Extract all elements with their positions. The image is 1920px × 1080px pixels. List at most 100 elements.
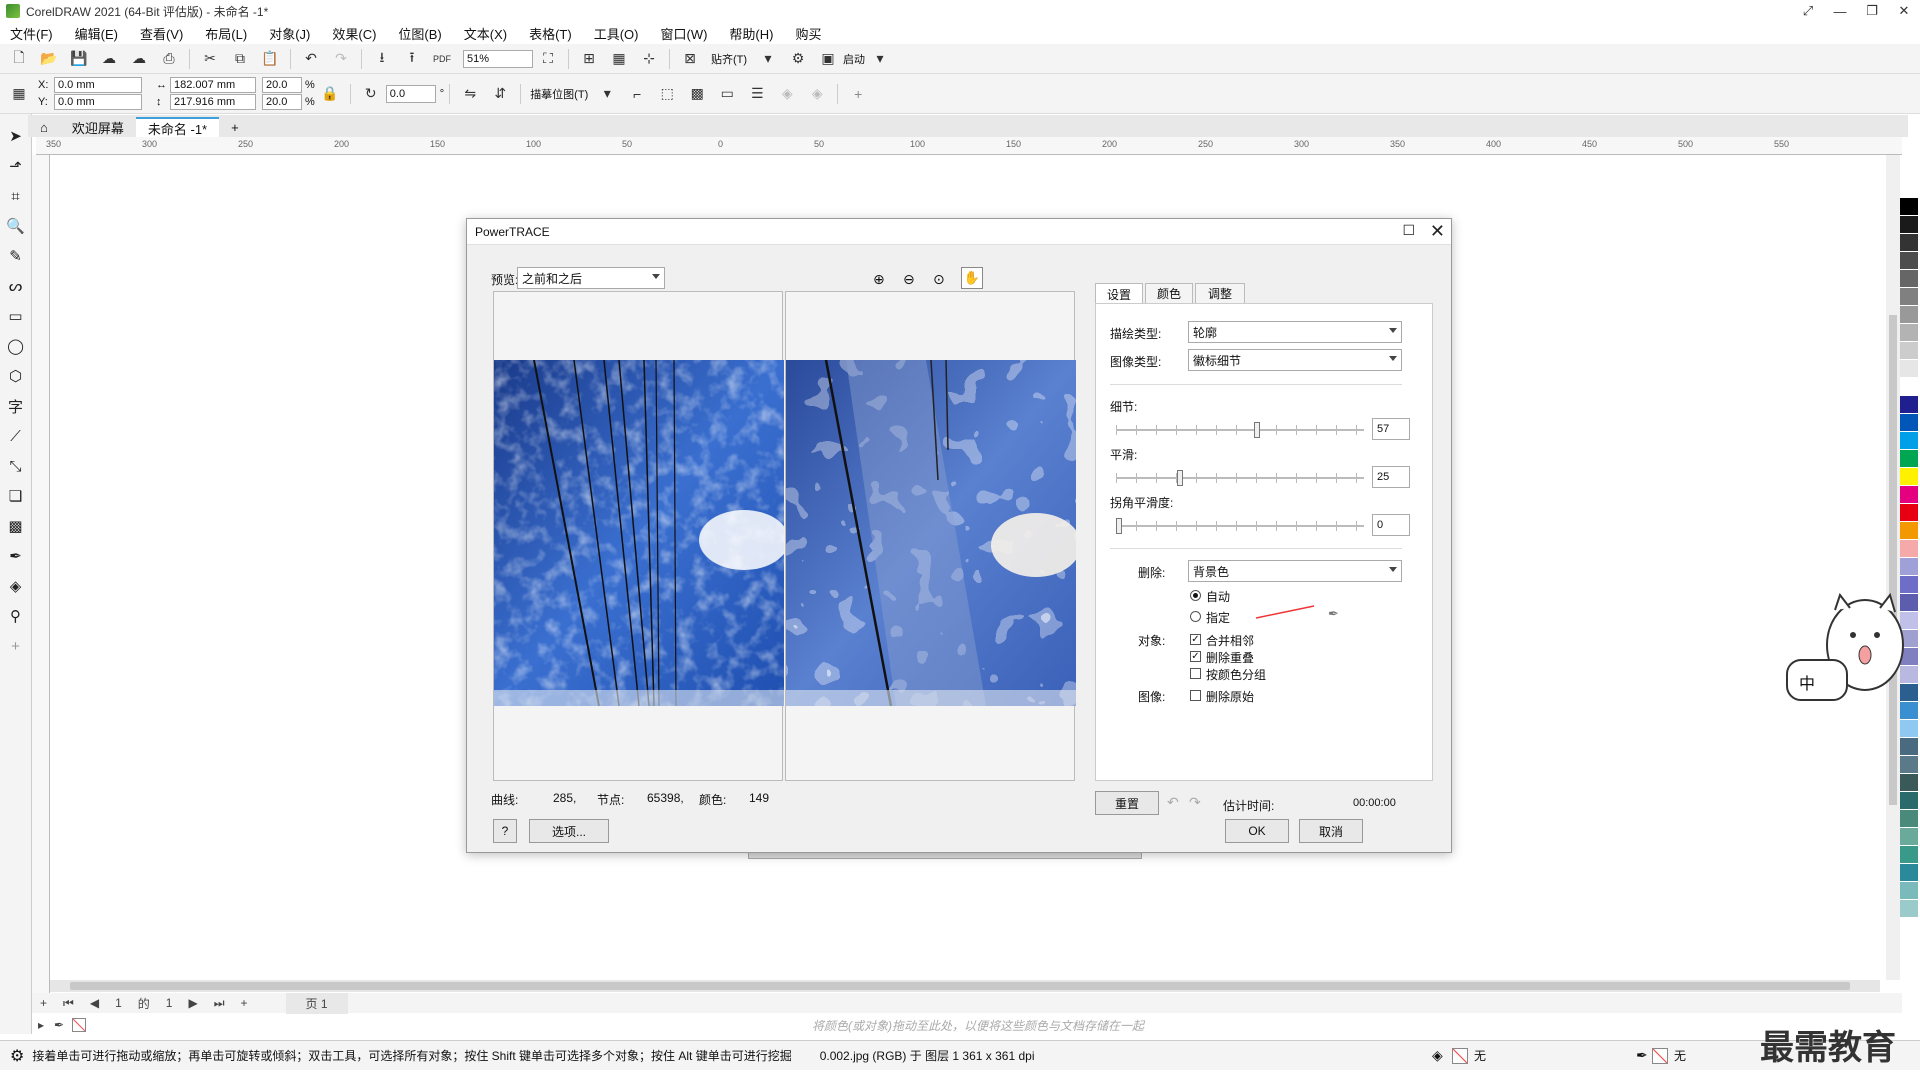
- rectangle-tool-icon[interactable]: ▭: [4, 304, 28, 328]
- first-page-icon[interactable]: ⏮: [63, 996, 74, 1011]
- color-swatch[interactable]: [1900, 828, 1918, 846]
- artistic-media-icon[interactable]: ᔕ: [4, 274, 28, 298]
- color-swatch[interactable]: [1900, 522, 1918, 540]
- import-icon[interactable]: ⭳: [372, 49, 392, 69]
- color-swatch[interactable]: [1900, 378, 1918, 396]
- tab-untitled-document[interactable]: 未命名 -1*: [135, 117, 220, 137]
- vertical-scrollbar-thumb[interactable]: [1889, 315, 1897, 805]
- menu-bitmaps[interactable]: 位图(B): [398, 24, 441, 43]
- to-front-icon[interactable]: ◈: [777, 84, 797, 104]
- launch-icon[interactable]: ▣: [818, 49, 838, 69]
- undo-trace-icon[interactable]: ↶: [1167, 794, 1179, 811]
- color-swatch[interactable]: [1900, 900, 1918, 918]
- last-page-icon[interactable]: ⏭: [214, 996, 225, 1011]
- color-swatch[interactable]: [1900, 360, 1918, 378]
- interactive-fill-icon[interactable]: ◈: [4, 574, 28, 598]
- undo-icon[interactable]: ↶: [301, 49, 321, 69]
- minimize-button[interactable]: —: [1824, 0, 1856, 22]
- pick-tool-icon[interactable]: ➤: [4, 124, 28, 148]
- maximize-button[interactable]: ❐: [1856, 0, 1888, 22]
- color-swatch[interactable]: [1900, 414, 1918, 432]
- menu-layout[interactable]: 布局(L): [205, 24, 247, 43]
- connector-tool-icon[interactable]: ⤡: [4, 454, 28, 478]
- add-page-end-icon[interactable]: +: [241, 996, 248, 1010]
- redo-trace-icon[interactable]: ↷: [1189, 794, 1201, 811]
- eyedropper-pick-icon[interactable]: ✒: [1328, 606, 1339, 622]
- save-icon[interactable]: 💾: [69, 49, 89, 69]
- text-tool-icon[interactable]: 字: [4, 394, 28, 418]
- snap-to-dropdown[interactable]: 贴齐(T): [711, 51, 747, 67]
- close-dialog-icon[interactable]: ✕: [1430, 221, 1445, 242]
- horizontal-scrollbar[interactable]: [50, 980, 1880, 992]
- detail-slider[interactable]: [1116, 422, 1364, 438]
- zoom-in-icon[interactable]: ⊕: [873, 271, 885, 288]
- tab-settings[interactable]: 设置: [1095, 283, 1143, 304]
- next-page-icon[interactable]: ▶: [188, 996, 197, 1010]
- vertical-scrollbar[interactable]: [1886, 155, 1900, 980]
- color-swatch[interactable]: [1900, 324, 1918, 342]
- fit-zoom-icon[interactable]: ⊙: [933, 271, 945, 288]
- scale-width-input[interactable]: 20.0: [262, 77, 302, 93]
- mirror-vertical-icon[interactable]: ⇵: [490, 84, 510, 104]
- drop-shadow-icon[interactable]: ❏: [4, 484, 28, 508]
- zoom-level-select[interactable]: 51%: [463, 49, 533, 68]
- reset-button[interactable]: 重置: [1095, 791, 1159, 815]
- outline-pen-icon[interactable]: ✒: [1636, 1047, 1648, 1064]
- polygon-tool-icon[interactable]: ⬡: [4, 364, 28, 388]
- preview-mode-select[interactable]: 之前和之后: [517, 267, 665, 289]
- color-swatch[interactable]: [1900, 720, 1918, 738]
- mirror-horizontal-icon[interactable]: ⇋: [460, 84, 480, 104]
- menu-tools[interactable]: 工具(O): [594, 24, 639, 43]
- shape-tool-icon[interactable]: ⬏: [4, 154, 28, 178]
- width-input[interactable]: 182.007 mm: [170, 77, 256, 93]
- chevron-down-icon[interactable]: ▾: [597, 84, 617, 104]
- ok-button[interactable]: OK: [1225, 819, 1289, 843]
- maximize-dialog-icon[interactable]: ☐: [1402, 222, 1415, 239]
- color-swatch[interactable]: [1900, 396, 1918, 414]
- document-palette-bar[interactable]: ▸ ✒ 将颜色(或对象)拖动至此处，以便将这些颜色与文档存储在一起: [32, 1015, 1902, 1035]
- tab-colors[interactable]: 颜色: [1145, 283, 1193, 303]
- lock-ratio-icon[interactable]: 🔒: [320, 84, 340, 104]
- color-swatch[interactable]: [1900, 774, 1918, 792]
- parallel-dimension-icon[interactable]: ⟋: [4, 424, 28, 448]
- add-tool-icon[interactable]: +: [4, 634, 28, 658]
- home-icon[interactable]: ⌂: [28, 117, 60, 137]
- menu-table[interactable]: 表格(T): [529, 24, 572, 43]
- transparency-tool-icon[interactable]: ▩: [4, 514, 28, 538]
- smoothing-slider[interactable]: [1116, 470, 1364, 486]
- smart-fill-icon[interactable]: ⚲: [4, 604, 28, 628]
- color-swatch[interactable]: [1900, 738, 1918, 756]
- edit-bitmap-icon[interactable]: ⬚: [657, 84, 677, 104]
- delete-original-checkbox[interactable]: [1190, 690, 1201, 701]
- rotation-angle-input[interactable]: 0.0: [385, 84, 436, 103]
- remove-overlap-checkbox[interactable]: ✓: [1190, 651, 1201, 662]
- color-swatch[interactable]: [1900, 864, 1918, 882]
- options-gear-icon[interactable]: ⚙: [788, 49, 808, 69]
- corner-smoothness-slider[interactable]: [1116, 518, 1364, 534]
- print-icon[interactable]: ⎙: [159, 49, 179, 69]
- pdf-export-icon[interactable]: PDF: [432, 49, 452, 69]
- color-swatch[interactable]: [1900, 558, 1918, 576]
- group-by-color-checkbox[interactable]: [1190, 668, 1201, 679]
- menu-text[interactable]: 文本(X): [464, 24, 507, 43]
- show-guidelines-icon[interactable]: ⊹: [639, 49, 659, 69]
- color-swatch[interactable]: [1900, 468, 1918, 486]
- add-icon[interactable]: +: [848, 84, 868, 104]
- cloud-upload-icon[interactable]: ☁: [129, 49, 149, 69]
- copy-icon[interactable]: ⧉: [230, 49, 250, 69]
- options-button[interactable]: 选项...: [529, 819, 609, 843]
- corner-value-input[interactable]: 0: [1372, 514, 1410, 536]
- detail-slider-thumb[interactable]: [1254, 422, 1260, 438]
- trace-type-select[interactable]: 轮廓: [1188, 321, 1402, 343]
- color-swatch[interactable]: [1900, 810, 1918, 828]
- color-swatch[interactable]: [1900, 216, 1918, 234]
- menu-view[interactable]: 查看(V): [140, 24, 183, 43]
- chevron-down-icon[interactable]: ▾: [758, 49, 778, 69]
- height-input[interactable]: 217.916 mm: [170, 94, 256, 110]
- color-swatch[interactable]: [1900, 486, 1918, 504]
- launch-dropdown[interactable]: 启动: [843, 51, 865, 67]
- menu-edit[interactable]: 编辑(E): [75, 24, 118, 43]
- color-swatch[interactable]: [1900, 792, 1918, 810]
- menu-buy[interactable]: 购买: [795, 24, 821, 43]
- crop-tool-icon[interactable]: ⌗: [4, 184, 28, 208]
